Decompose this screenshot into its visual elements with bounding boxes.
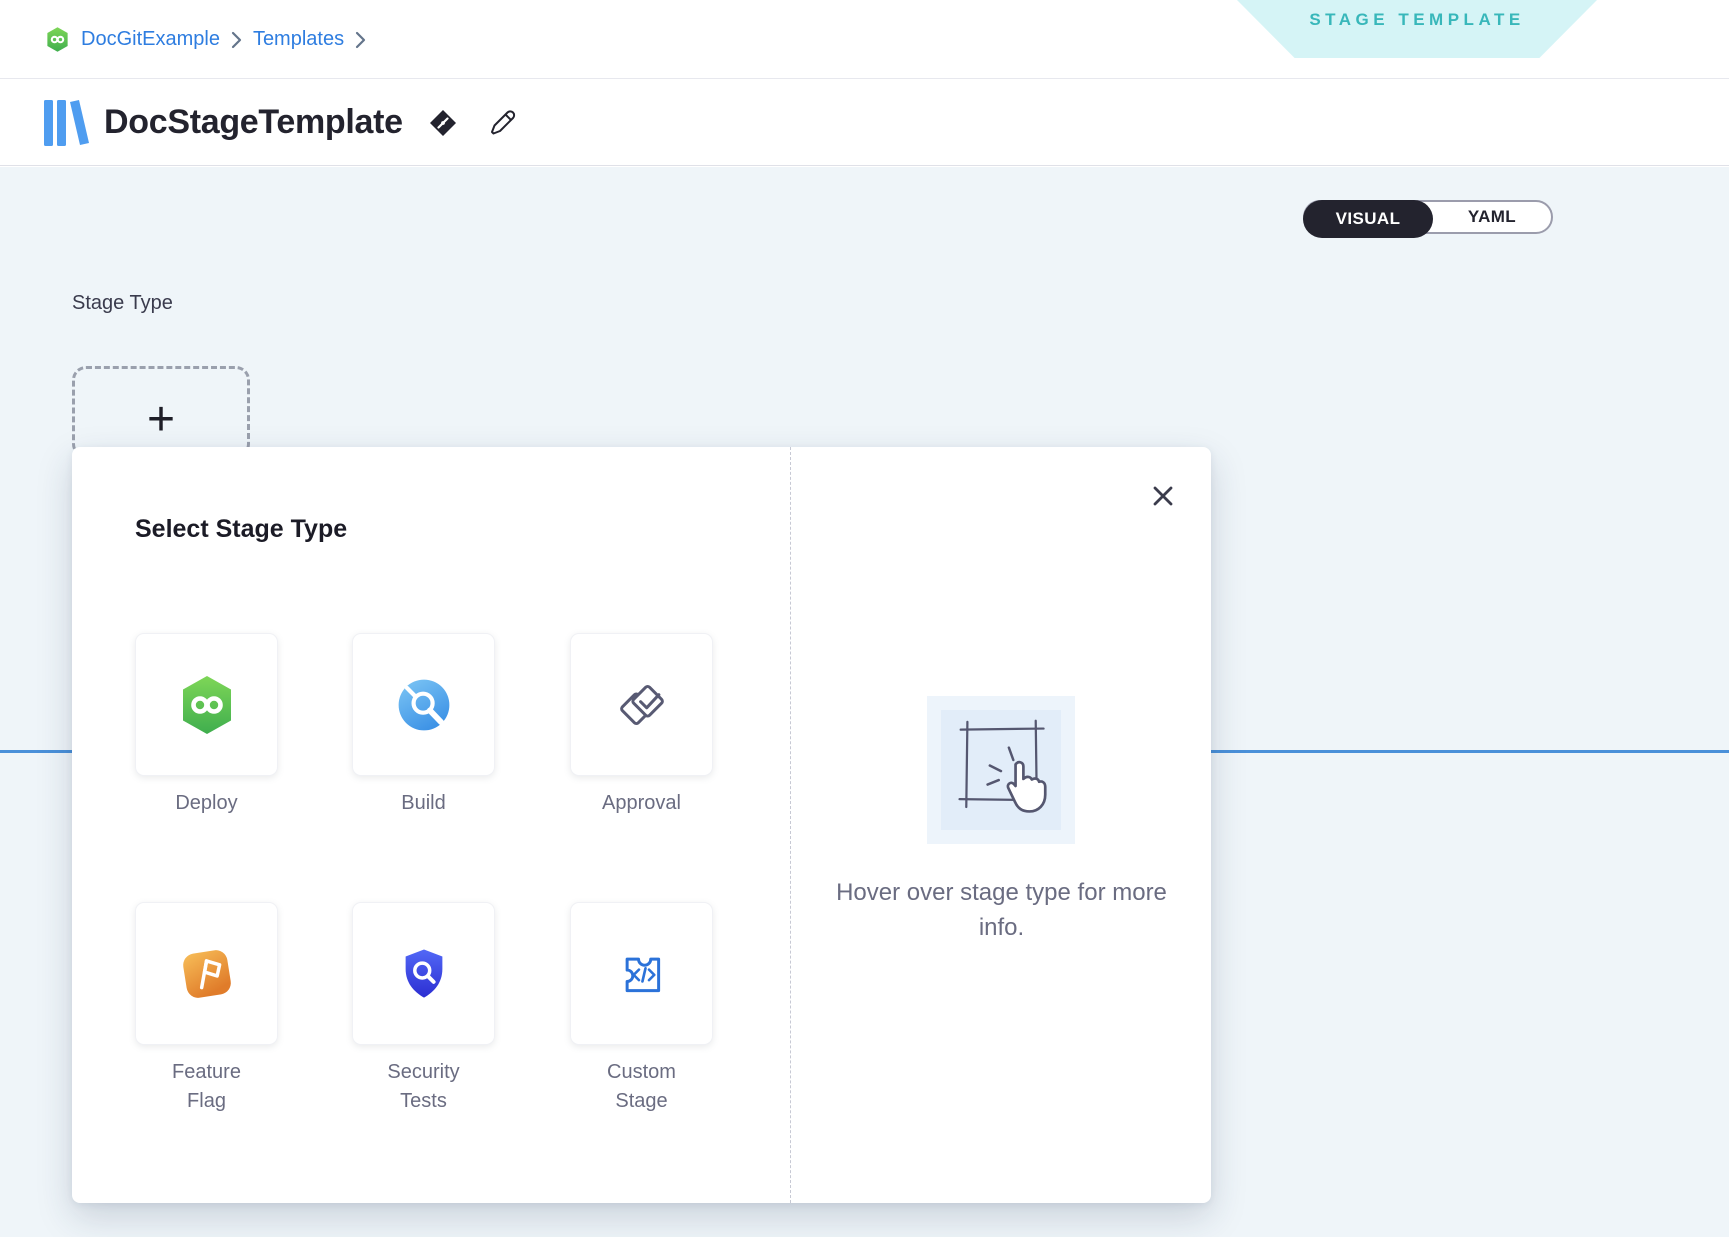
page-title: DocStageTemplate xyxy=(104,103,403,142)
template-library-icon xyxy=(44,99,90,147)
ci-sphere-search-icon xyxy=(395,676,453,734)
stage-card-approval[interactable] xyxy=(570,633,713,776)
select-stage-type-modal: Select Stage Type Deploy xyxy=(72,447,1211,1203)
stage-type-label: Stage Type xyxy=(72,292,173,315)
stage-card-feature-flag[interactable] xyxy=(135,902,278,1045)
stage-card-label: Approval xyxy=(570,789,713,818)
stage-template-ribbon-label: STAGE TEMPLATE xyxy=(1309,10,1524,30)
breadcrumb-chevron-icon xyxy=(354,30,367,50)
stage-info-panel: Hover over stage type for more info. xyxy=(790,447,1211,1203)
stage-card-deploy[interactable] xyxy=(135,633,278,776)
security-shield-search-icon xyxy=(396,946,452,1002)
cd-infinity-hexagon-icon xyxy=(175,673,239,737)
edit-pencil-icon[interactable] xyxy=(485,107,517,139)
stage-card-security-tests[interactable] xyxy=(352,902,495,1045)
breadcrumb-project-link[interactable]: DocGitExample xyxy=(81,28,220,51)
modal-title: Select Stage Type xyxy=(135,515,347,544)
stage-card-label: Deploy xyxy=(135,789,278,818)
plus-icon: + xyxy=(147,393,175,446)
stage-card-build[interactable] xyxy=(352,633,495,776)
breadcrumb: DocGitExample Templates xyxy=(44,0,367,79)
visual-yaml-toggle[interactable]: VISUAL YAML xyxy=(1303,200,1553,234)
toggle-yaml-button[interactable]: YAML xyxy=(1433,202,1551,232)
hover-info-message: Hover over stage type for more info. xyxy=(821,875,1182,945)
stage-card-label: Feature Flag xyxy=(135,1058,278,1116)
approval-stamp-check-icon xyxy=(612,675,672,735)
stage-card-label: Build xyxy=(352,789,495,818)
add-stage-button[interactable]: + xyxy=(72,366,250,458)
title-bar: DocStageTemplate VISUAL YAML xyxy=(0,80,1729,166)
project-hexagon-infinity-icon xyxy=(44,25,71,54)
stage-card-label: Security Tests xyxy=(352,1058,495,1116)
stage-template-page: DocGitExample Templates STAGE TEMPLATE D… xyxy=(0,0,1729,1237)
hover-click-illustration xyxy=(927,696,1075,844)
breadcrumb-templates-link[interactable]: Templates xyxy=(253,28,344,51)
custom-stage-code-icon xyxy=(614,946,670,1002)
feature-flag-icon xyxy=(176,943,238,1005)
stage-card-custom-stage[interactable] xyxy=(570,902,713,1045)
stage-template-ribbon: STAGE TEMPLATE xyxy=(1237,0,1597,58)
template-tag-icon xyxy=(427,107,459,139)
breadcrumb-chevron-icon xyxy=(230,30,243,50)
breadcrumb-bar: DocGitExample Templates STAGE TEMPLATE xyxy=(0,0,1729,79)
stage-card-label: Custom Stage xyxy=(570,1058,713,1116)
toggle-visual-button[interactable]: VISUAL xyxy=(1303,200,1433,238)
